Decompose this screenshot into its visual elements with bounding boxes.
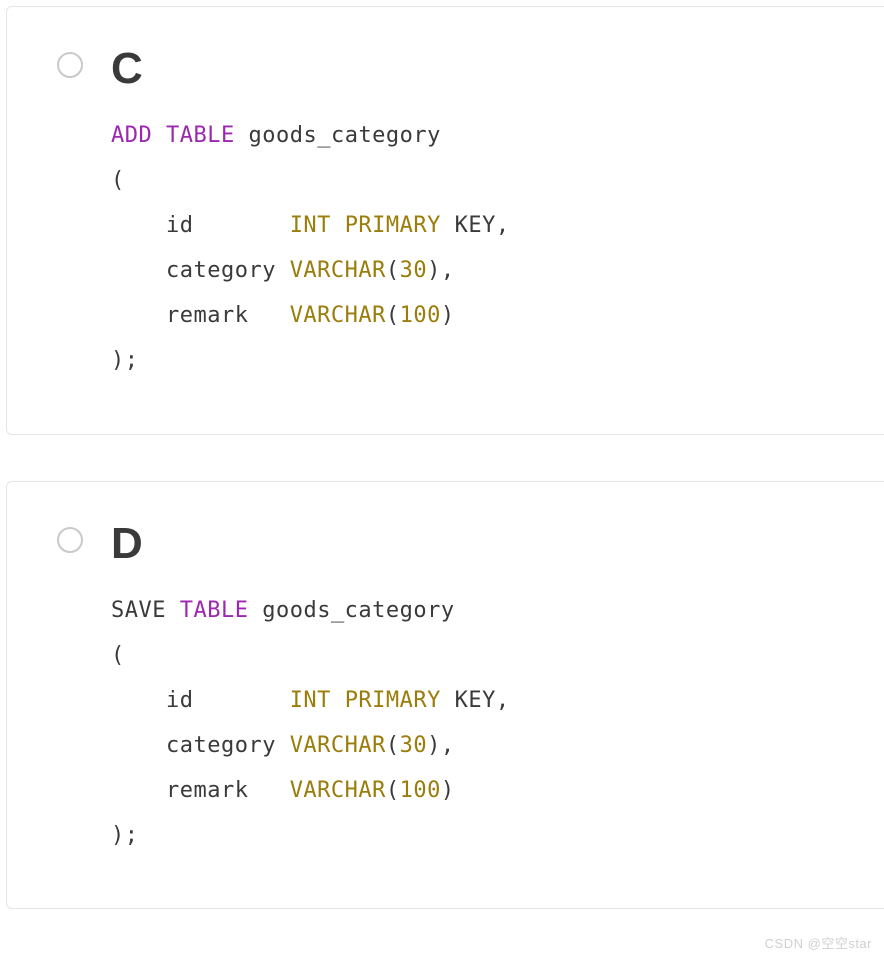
answer-option-c[interactable]: C ADD TABLE goods_category ( id INT PRIM…	[6, 6, 884, 435]
code-text: );	[111, 823, 139, 848]
code-text: id	[111, 688, 290, 713]
code-text: (	[386, 303, 400, 328]
code-text: (	[386, 258, 400, 283]
keyword-varchar: VARCHAR	[290, 778, 386, 803]
keyword-add: ADD	[111, 123, 152, 148]
code-text: category	[111, 258, 290, 283]
code-text: goods_category	[248, 598, 454, 623]
keyword-table: TABLE	[166, 123, 235, 148]
code-block: SAVE TABLE goods_category ( id INT PRIMA…	[111, 588, 844, 859]
radio-icon[interactable]	[57, 527, 83, 553]
number-literal: 100	[400, 303, 441, 328]
spacer	[0, 435, 884, 475]
code-text: ),	[427, 733, 455, 758]
option-letter: D	[111, 522, 143, 566]
code-text: (	[386, 733, 400, 758]
keyword-primary: PRIMARY	[345, 213, 441, 238]
keyword-varchar: VARCHAR	[290, 733, 386, 758]
radio-icon[interactable]	[57, 52, 83, 78]
code-text: remark	[111, 778, 290, 803]
keyword-table: TABLE	[180, 598, 249, 623]
watermark-text: CSDN @空空star	[765, 933, 872, 952]
keyword-int: INT	[290, 213, 331, 238]
keyword-varchar: VARCHAR	[290, 258, 386, 283]
code-text: ),	[427, 258, 455, 283]
code-text: remark	[111, 303, 290, 328]
answer-option-d[interactable]: D SAVE TABLE goods_category ( id INT PRI…	[6, 481, 884, 910]
code-text: category	[111, 733, 290, 758]
code-text: (	[111, 168, 125, 193]
keyword-primary: PRIMARY	[345, 688, 441, 713]
code-block: ADD TABLE goods_category ( id INT PRIMAR…	[111, 113, 844, 384]
number-literal: 30	[400, 258, 428, 283]
number-literal: 100	[400, 778, 441, 803]
keyword-save: SAVE	[111, 598, 180, 623]
option-header: D	[57, 522, 844, 566]
code-text: KEY,	[441, 688, 510, 713]
code-text: KEY,	[441, 213, 510, 238]
code-text: );	[111, 348, 139, 373]
keyword-varchar: VARCHAR	[290, 303, 386, 328]
keyword-int: INT	[290, 688, 331, 713]
number-literal: 30	[400, 733, 428, 758]
option-header: C	[57, 47, 844, 91]
code-text: (	[111, 643, 125, 668]
option-letter: C	[111, 47, 143, 91]
code-text: goods_category	[235, 123, 441, 148]
code-text: )	[441, 303, 455, 328]
code-text: (	[386, 778, 400, 803]
code-text: )	[441, 778, 455, 803]
code-text: id	[111, 213, 290, 238]
